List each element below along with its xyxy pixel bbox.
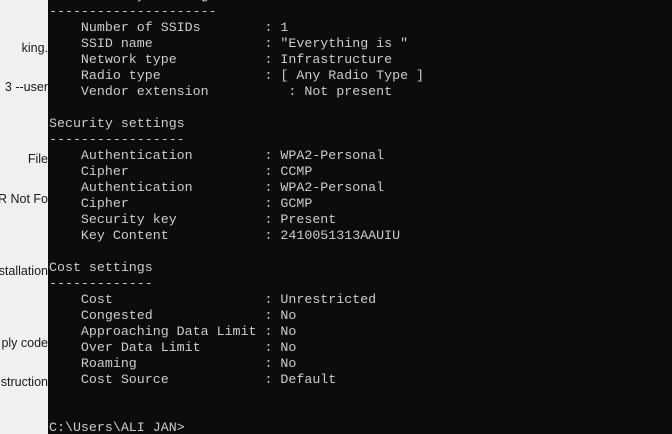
terminal-line: Cost : Unrestricted (49, 292, 377, 307)
command-prompt-line[interactable]: C:\Users\ALI JAN> (49, 420, 185, 434)
terminal-line: Roaming : No (49, 356, 297, 371)
terminal-line: Cipher : CCMP (49, 164, 313, 179)
terminal-line: Approaching Data Limit : No (49, 324, 297, 339)
sidebar-item-6[interactable]: nstruction (0, 375, 48, 389)
sidebar-item-3[interactable]: CR Not Fo (0, 192, 48, 206)
terminal-line: Security settings (49, 116, 185, 131)
terminal-line: Vendor extension : Not present (49, 84, 393, 99)
terminal-line: Number of SSIDs : 1 (49, 20, 289, 35)
terminal-line: --------------------- (49, 4, 217, 19)
terminal-line: Over Data Limit : No (49, 340, 297, 355)
terminal-line: Authentication : WPA2-Personal (49, 148, 385, 163)
sidebar-item-4[interactable]: stallation (0, 264, 48, 278)
terminal-line: ------------- (49, 276, 153, 291)
background-window-sidebar: king. 3 --user File CR Not Fo stallation… (0, 0, 48, 434)
screen: king. 3 --user File CR Not Fo stallation… (0, 0, 672, 434)
terminal-line: SSID name : "Everything is " (49, 36, 409, 51)
terminal-line: Cost settings (49, 260, 153, 275)
terminal-line: Authentication : WPA2-Personal (49, 180, 385, 195)
terminal-output: Connectivity settings-------------------… (49, 0, 424, 388)
terminal-line: ----------------- (49, 132, 185, 147)
terminal-line: Radio type : [ Any Radio Type ] (49, 68, 425, 83)
terminal-line: Network type : Infrastructure (49, 52, 393, 67)
terminal-line: Congested : No (49, 308, 297, 323)
sidebar-item-2[interactable]: File (28, 152, 48, 166)
sidebar-item-1[interactable]: 3 --user (5, 80, 48, 94)
sidebar-item-0[interactable]: king. (22, 41, 48, 55)
terminal-line: Security key : Present (49, 212, 337, 227)
sidebar-item-5[interactable]: ply code (1, 336, 48, 350)
terminal-line: Cipher : GCMP (49, 196, 313, 211)
command-prompt-window[interactable]: Connectivity settings-------------------… (48, 0, 672, 434)
terminal-line: Key Content : 2410051313AAUIU (49, 228, 401, 243)
terminal-line: Cost Source : Default (49, 372, 337, 387)
